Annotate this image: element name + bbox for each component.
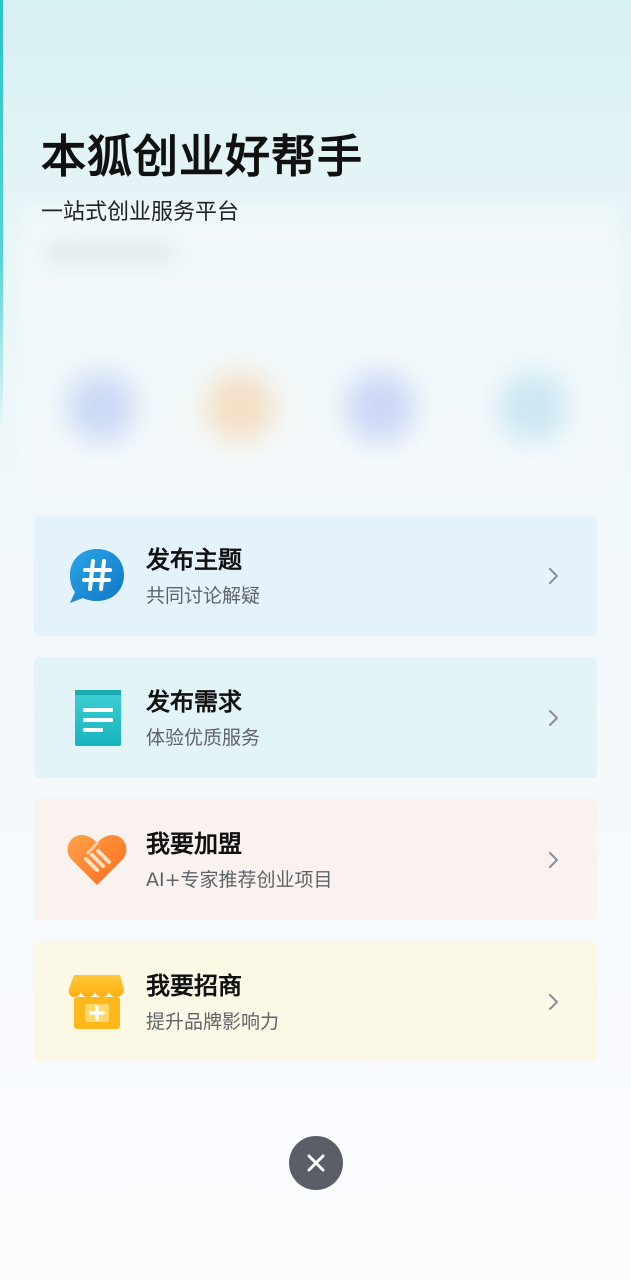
chevron-right-icon: [549, 710, 558, 726]
publish-request-card[interactable]: 发布需求 体验优质服务: [34, 657, 597, 778]
page-subtitle: 一站式创业服务平台: [41, 200, 240, 225]
card-description: 共同讨论解疑: [146, 585, 261, 607]
close-icon: [307, 1154, 325, 1172]
join-franchise-card[interactable]: 我要加盟 AI+专家推荐创业项目: [34, 799, 597, 920]
storefront-add-icon: [68, 975, 124, 1029]
blurred-background-icon: [66, 372, 136, 442]
card-title: 发布需求: [146, 688, 242, 716]
chevron-right-icon: [549, 568, 558, 584]
document-list-icon: [75, 690, 121, 746]
close-button[interactable]: [289, 1136, 343, 1190]
card-text: 发布需求 体验优质服务: [146, 685, 260, 752]
card-title: 发布主题: [146, 546, 242, 574]
card-description: 体验优质服务: [146, 727, 261, 749]
card-title: 我要招商: [146, 972, 242, 1000]
card-text: 我要招商 提升品牌影响力: [146, 969, 279, 1036]
blurred-background-bar: [45, 240, 175, 266]
card-description: 提升品牌影响力: [146, 1011, 280, 1033]
merchant-recruitment-card[interactable]: 我要招商 提升品牌影响力: [34, 941, 597, 1062]
left-accent-edge: [0, 0, 3, 430]
page-title: 本狐创业好帮手: [41, 130, 364, 183]
card-text: 发布主题 共同讨论解疑: [146, 543, 260, 610]
publish-topic-card[interactable]: 发布主题 共同讨论解疑: [34, 515, 597, 636]
card-description: AI+专家推荐创业项目: [146, 869, 333, 891]
blurred-background-icon: [498, 372, 568, 442]
header: 本狐创业好帮手 一站式创业服务平台: [41, 128, 363, 228]
hashtag-chat-bubble-icon: [70, 549, 124, 603]
chevron-right-icon: [549, 852, 558, 868]
blurred-background-icon: [205, 372, 275, 442]
handshake-heart-icon: [67, 835, 127, 885]
card-text: 我要加盟 AI+专家推荐创业项目: [146, 827, 333, 894]
card-title: 我要加盟: [146, 830, 242, 858]
blurred-background-icon: [345, 372, 415, 442]
action-card-list: 发布主题 共同讨论解疑 发布需求 体验优质服务 我要加盟 AI+专家推荐创业项目…: [34, 515, 597, 1083]
chevron-right-icon: [549, 994, 558, 1010]
